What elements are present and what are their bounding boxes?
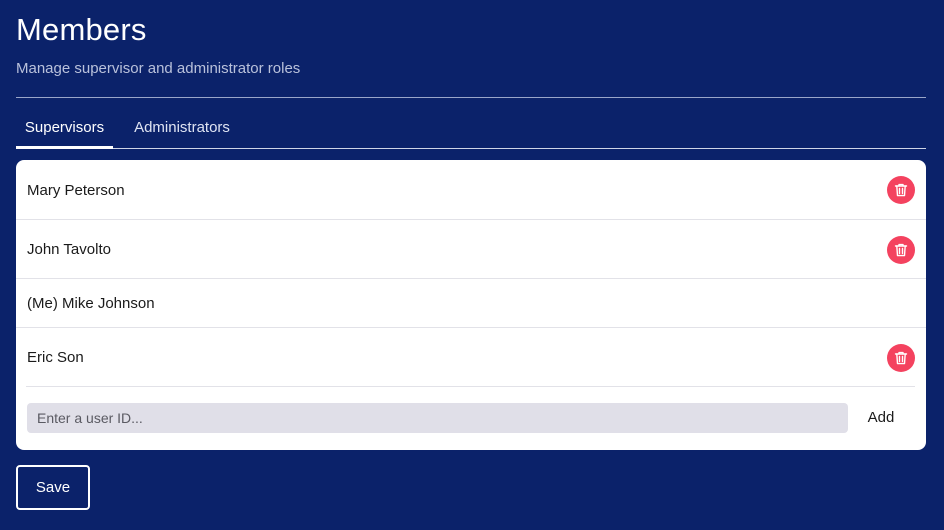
member-name: (Me) Mike Johnson: [27, 295, 155, 312]
member-name: Mary Peterson: [27, 182, 125, 199]
tab-supervisors[interactable]: Supervisors: [16, 108, 113, 148]
user-id-input[interactable]: [27, 403, 848, 433]
trash-icon: [894, 243, 908, 257]
page-title: Members: [16, 12, 147, 47]
member-name: John Tavolto: [27, 241, 111, 258]
add-member-button[interactable]: Add: [856, 403, 906, 433]
active-tab-indicator: [16, 146, 113, 149]
delete-member-button[interactable]: [887, 176, 915, 204]
list-item: John Tavolto: [16, 220, 926, 279]
save-button[interactable]: Save: [16, 465, 90, 510]
members-page: Members Manage supervisor and administra…: [0, 0, 944, 530]
list-item: (Me) Mike Johnson: [16, 279, 926, 328]
member-name: Eric Son: [27, 349, 84, 366]
trash-icon: [894, 183, 908, 197]
tab-administrators[interactable]: Administrators: [124, 108, 240, 148]
members-list-card: Mary Peterson John Tavolto (Me) Mike Joh…: [16, 160, 926, 450]
delete-member-button[interactable]: [887, 236, 915, 264]
role-tabs: Supervisors Administrators: [16, 108, 926, 149]
list-item: Mary Peterson: [16, 160, 926, 220]
page-subtitle: Manage supervisor and administrator role…: [16, 60, 301, 77]
add-member-divider: [26, 386, 915, 387]
delete-member-button[interactable]: [887, 344, 915, 372]
list-item: Eric Son: [16, 328, 926, 387]
header-divider: [16, 97, 926, 98]
trash-icon: [894, 351, 908, 365]
